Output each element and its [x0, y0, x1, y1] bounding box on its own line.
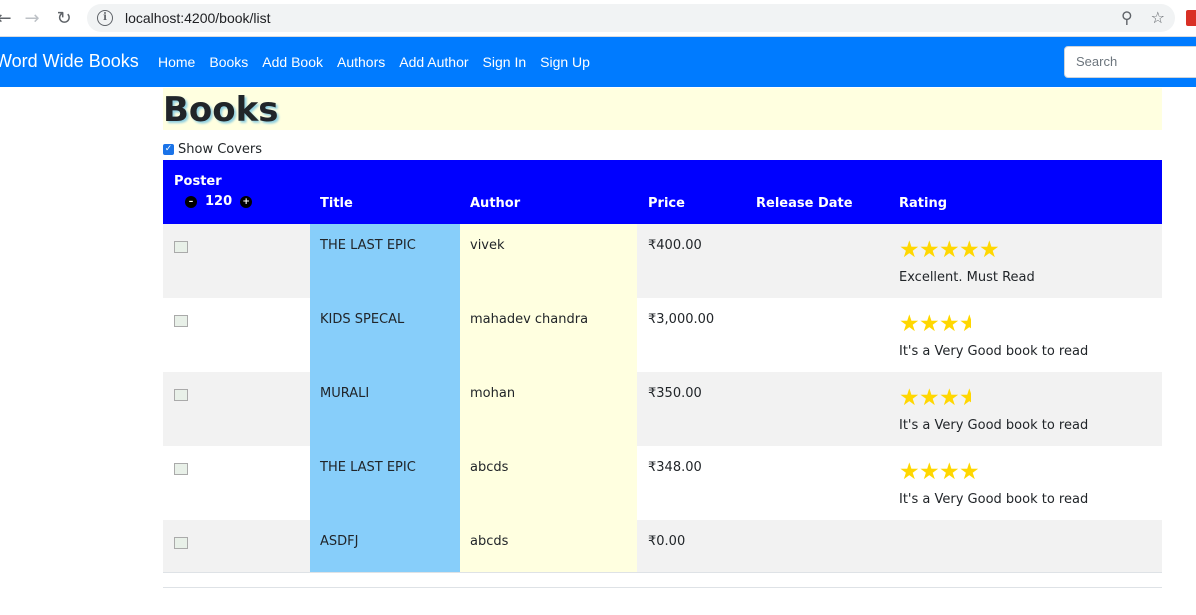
decrease-poster-icon[interactable]: –	[185, 195, 197, 208]
info-icon[interactable]: i	[97, 10, 113, 26]
search-input[interactable]: Search	[1064, 46, 1196, 78]
nav-add-book[interactable]: Add Book	[262, 54, 323, 70]
show-covers-toggle[interactable]: ✓ Show Covers	[163, 142, 262, 157]
star-icon: ★	[899, 312, 919, 336]
header-release-date[interactable]: Release Date	[756, 196, 853, 211]
star-icon: ★	[959, 460, 979, 484]
header-price[interactable]: Price	[648, 196, 685, 211]
book-price: ₹400.00	[648, 238, 702, 253]
header-rating[interactable]: Rating	[899, 196, 947, 211]
star-rating: ★ ★ ★ ★ ★	[899, 238, 999, 262]
star-icon: ★	[919, 312, 939, 336]
nav-sign-in[interactable]: Sign In	[483, 54, 527, 70]
star-icon: ★	[899, 460, 919, 484]
extension-icon[interactable]	[1186, 10, 1196, 26]
half-star-icon: ★	[959, 312, 971, 336]
heading-background	[163, 88, 1162, 130]
book-cover-image	[174, 315, 188, 327]
star-icon: ★	[939, 238, 959, 262]
nav-links: Home Books Add Book Authors Add Author S…	[158, 54, 590, 70]
book-title: THE LAST EPIC	[320, 238, 416, 253]
book-title: THE LAST EPIC	[320, 460, 416, 475]
star-icon: ★	[939, 312, 959, 336]
nav-books[interactable]: Books	[209, 54, 248, 70]
star-icon: ★	[899, 386, 919, 410]
poster-size-value: 120	[205, 194, 233, 209]
book-author: abcds	[470, 534, 509, 549]
star-rating: ★ ★ ★ ★	[899, 460, 979, 484]
book-cover-image	[174, 537, 188, 549]
show-covers-checkbox[interactable]: ✓	[163, 144, 174, 155]
table-row[interactable]: MURALI mohan ₹350.00 ★ ★ ★ ★ It's a Very Go…	[163, 372, 1162, 447]
bookmark-star-icon[interactable]: ☆	[1151, 8, 1165, 27]
star-rating: ★ ★ ★ ★	[899, 386, 971, 410]
book-cover-image	[174, 241, 188, 253]
page-title: Books	[163, 90, 279, 130]
book-cover-image	[174, 389, 188, 401]
book-price: ₹348.00	[648, 460, 702, 475]
rating-text: It's a Very Good book to read	[899, 418, 1089, 433]
book-title: MURALI	[320, 386, 370, 401]
book-author: mohan	[470, 386, 516, 401]
star-icon: ★	[959, 238, 979, 262]
forward-arrow-icon[interactable]: →	[20, 6, 44, 30]
poster-size-control: – 120 +	[185, 194, 253, 209]
table-row[interactable]: THE LAST EPIC abcds ₹348.00 ★ ★ ★ ★ It's a …	[163, 446, 1162, 521]
star-rating: ★ ★ ★ ★	[899, 312, 971, 336]
nav-home[interactable]: Home	[158, 54, 195, 70]
star-icon: ★	[919, 460, 939, 484]
app-navbar: Word Wide Books Home Books Add Book Auth…	[0, 37, 1196, 87]
book-price: ₹350.00	[648, 386, 702, 401]
star-icon: ★	[919, 238, 939, 262]
book-author: abcds	[470, 460, 509, 475]
star-icon: ★	[899, 238, 919, 262]
table-row[interactable]: THE LAST EPIC vivek ₹400.00 ★ ★ ★ ★ ★ Excell…	[163, 224, 1162, 299]
browser-toolbar: ← → ↻ i localhost:4200/book/list ⚲ ☆	[0, 0, 1196, 37]
brand-link[interactable]: Word Wide Books	[0, 51, 139, 72]
book-price: ₹3,000.00	[648, 312, 715, 327]
nav-authors[interactable]: Authors	[337, 54, 385, 70]
address-bar[interactable]: i localhost:4200/book/list ⚲ ☆	[87, 4, 1175, 32]
header-poster: Poster	[174, 174, 222, 189]
star-icon: ★	[939, 460, 959, 484]
book-author: vivek	[470, 238, 505, 253]
star-icon: ★	[919, 386, 939, 410]
header-title[interactable]: Title	[320, 196, 353, 211]
rating-text: It's a Very Good book to read	[899, 344, 1089, 359]
url-text[interactable]: localhost:4200/book/list	[125, 10, 271, 26]
table-header: Poster – 120 + Title Author Price Releas…	[163, 160, 1162, 224]
book-title: KIDS SPECAL	[320, 312, 405, 327]
star-icon: ★	[939, 386, 959, 410]
back-arrow-icon[interactable]: ←	[0, 6, 16, 30]
table-bottom-divider	[163, 587, 1162, 588]
book-author: mahadev chandra	[470, 312, 589, 327]
book-cover-image	[174, 463, 188, 475]
show-covers-label: Show Covers	[178, 142, 263, 157]
star-icon: ★	[979, 238, 999, 262]
table-row[interactable]: ASDFJ abcds ₹0.00	[163, 520, 1162, 573]
nav-add-author[interactable]: Add Author	[399, 54, 468, 70]
rating-text: It's a Very Good book to read	[899, 492, 1089, 507]
nav-sign-up[interactable]: Sign Up	[540, 54, 590, 70]
header-author[interactable]: Author	[470, 196, 520, 211]
book-title: ASDFJ	[320, 534, 359, 549]
table-row[interactable]: KIDS SPECAL mahadev chandra ₹3,000.00 ★ ★…	[163, 298, 1162, 373]
zoom-icon[interactable]: ⚲	[1121, 8, 1133, 27]
reload-icon[interactable]: ↻	[52, 6, 76, 30]
half-star-icon: ★	[959, 386, 971, 410]
increase-poster-icon[interactable]: +	[240, 195, 253, 208]
rating-text: Excellent. Must Read	[899, 270, 1035, 285]
book-price: ₹0.00	[648, 534, 686, 549]
